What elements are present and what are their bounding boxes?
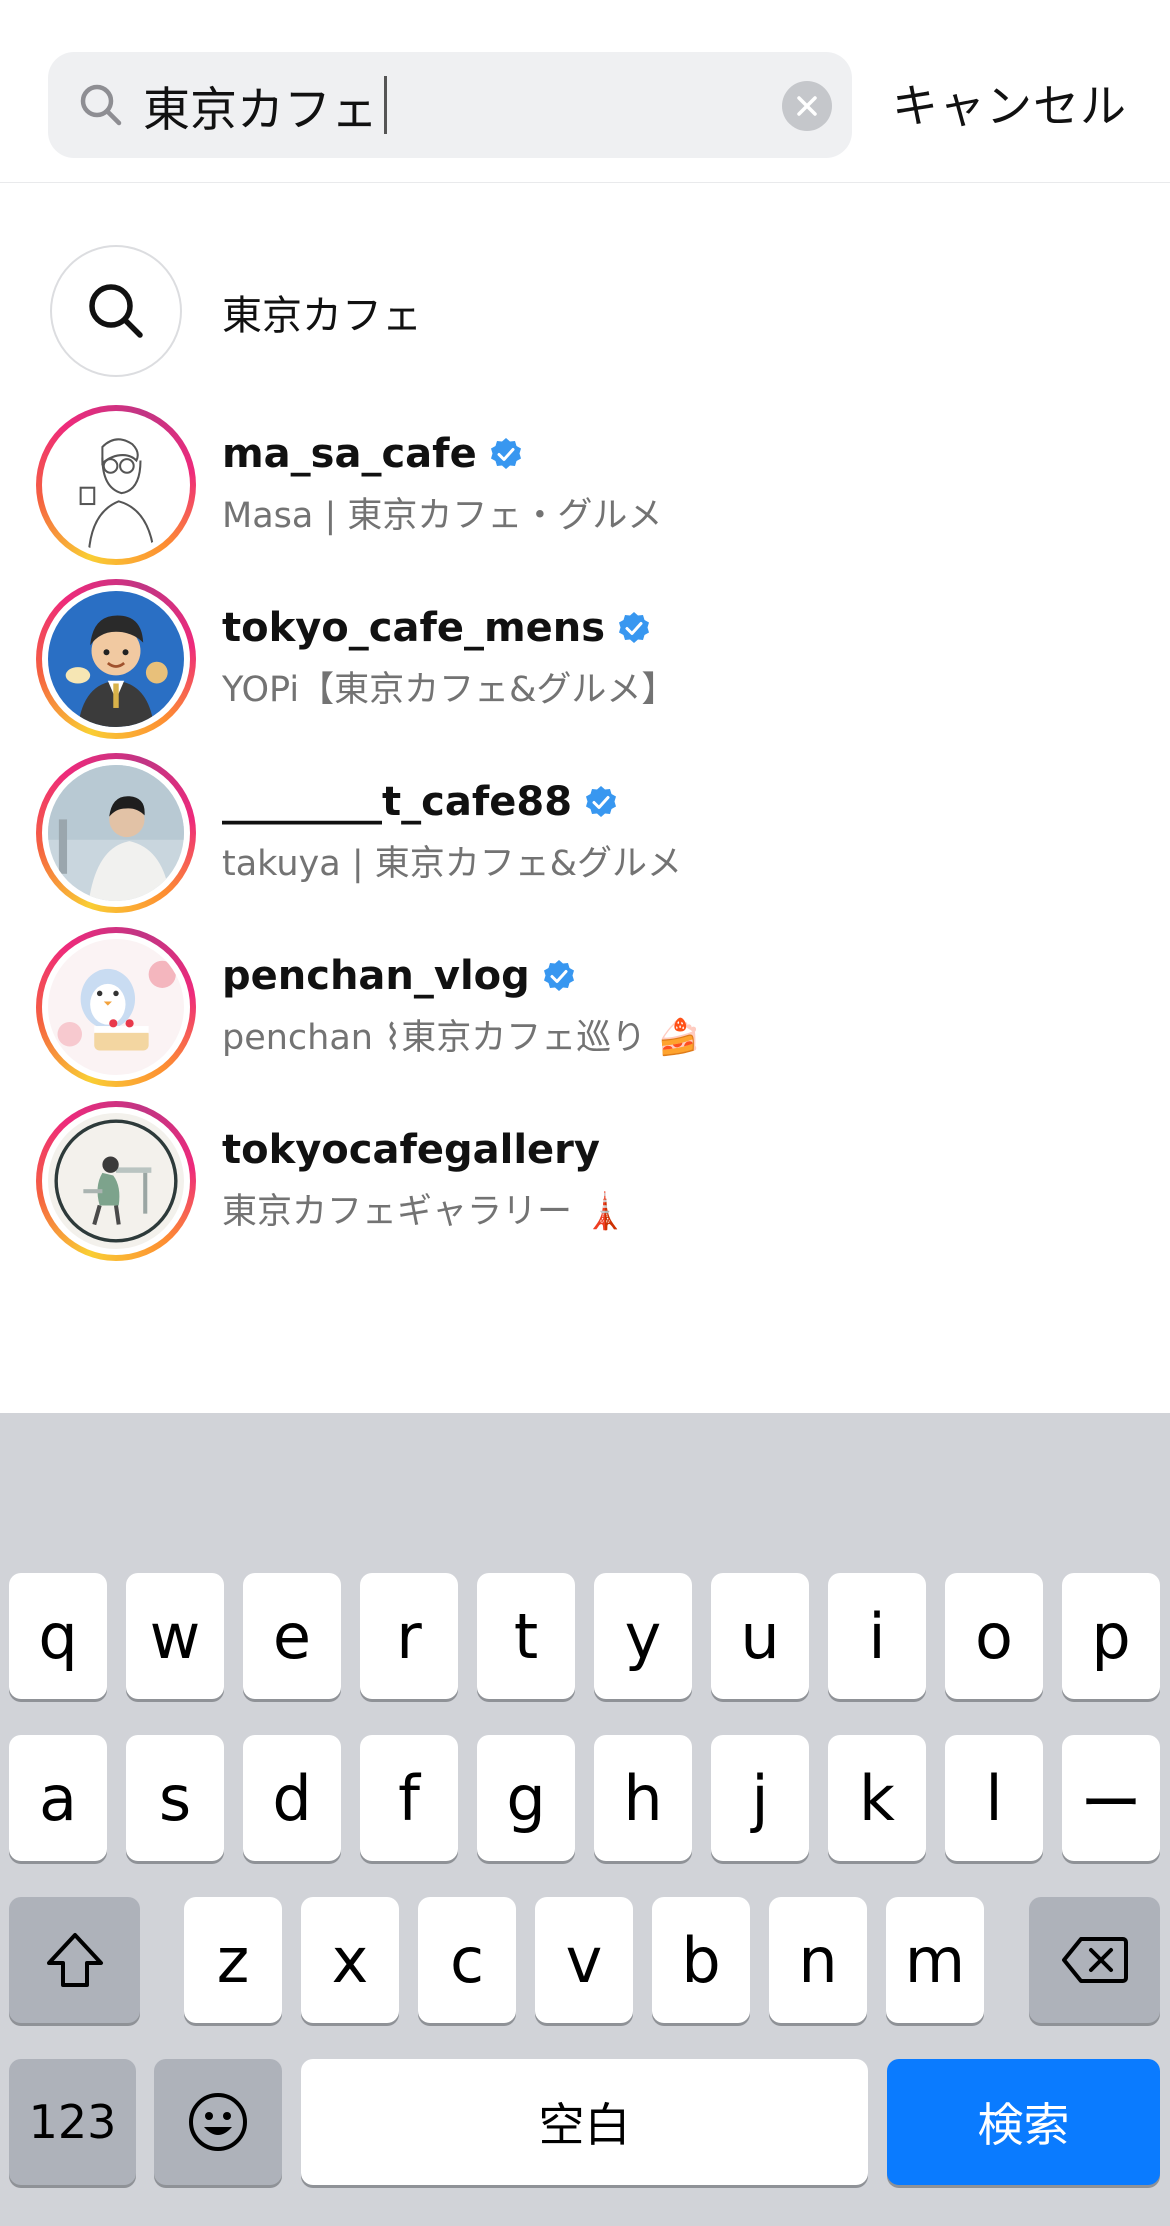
key-w[interactable]: w xyxy=(126,1573,224,1699)
account-result[interactable]: ma_sa_cafe Masa | 東京カフェ・グルメ xyxy=(0,405,1170,567)
search-icon xyxy=(80,84,122,126)
key-f[interactable]: f xyxy=(360,1735,458,1861)
key-p[interactable]: p xyxy=(1062,1573,1160,1699)
numbers-key[interactable]: 123 xyxy=(9,2059,136,2185)
avatar xyxy=(48,765,184,901)
key-k[interactable]: k xyxy=(828,1735,926,1861)
keyword-suggestion[interactable]: 東京カフェ xyxy=(0,245,1170,377)
avatar xyxy=(48,939,184,1075)
key-b[interactable]: b xyxy=(652,1897,750,2023)
story-ring[interactable] xyxy=(36,753,196,913)
shift-key[interactable] xyxy=(9,1897,140,2023)
search-query[interactable]: 東京カフェ xyxy=(143,52,387,158)
avatar xyxy=(48,1113,184,1249)
key-x[interactable]: x xyxy=(301,1897,399,2023)
verified-badge-icon xyxy=(490,438,521,469)
account-username: tokyocafegallery xyxy=(222,1127,600,1173)
space-key[interactable]: 空白 xyxy=(301,2059,868,2185)
cancel-button[interactable]: キャンセル xyxy=(892,70,1127,140)
verified-badge-icon xyxy=(619,612,650,643)
account-username: tokyo_cafe_mens xyxy=(222,605,606,651)
account-name: Masa | 東京カフェ・グルメ xyxy=(222,496,663,536)
key-t[interactable]: t xyxy=(477,1573,575,1699)
search-key[interactable]: 検索 xyxy=(887,2059,1160,2185)
key-v[interactable]: v xyxy=(535,1897,633,2023)
emoji-key[interactable] xyxy=(154,2059,282,2185)
key-y[interactable]: y xyxy=(594,1573,692,1699)
header-divider xyxy=(0,182,1170,183)
account-username: ma_sa_cafe xyxy=(222,431,477,477)
key-long-vowel[interactable]: ー xyxy=(1062,1735,1160,1861)
account-username: ________t_cafe88 xyxy=(222,779,573,825)
account-result[interactable]: tokyo_cafe_mens YOPi【東京カフェ&グルメ】 xyxy=(0,579,1170,741)
key-n[interactable]: n xyxy=(769,1897,867,2023)
clear-search-button[interactable] xyxy=(782,81,832,131)
keyboard: q w e r t y u i o p a s d f g h j k l ー … xyxy=(0,1413,1170,2226)
key-r[interactable]: r xyxy=(360,1573,458,1699)
backspace-icon xyxy=(1061,1937,1128,1983)
shift-icon xyxy=(46,1933,103,1987)
account-result[interactable]: penchan_vlog penchan ⌇東京カフェ巡り 🍰 xyxy=(0,927,1170,1089)
key-z[interactable]: z xyxy=(184,1897,282,2023)
story-ring[interactable] xyxy=(36,579,196,739)
keyword-suggestion-label: 東京カフェ xyxy=(222,293,422,339)
close-icon xyxy=(797,96,817,116)
key-a[interactable]: a xyxy=(9,1735,107,1861)
emoji-icon xyxy=(189,2093,247,2151)
search-query-text: 東京カフェ xyxy=(143,82,378,138)
search-input[interactable]: 東京カフェ xyxy=(48,52,852,158)
story-ring[interactable] xyxy=(36,405,196,565)
key-g[interactable]: g xyxy=(477,1735,575,1861)
key-i[interactable]: i xyxy=(828,1573,926,1699)
verified-badge-icon xyxy=(543,960,574,991)
avatar xyxy=(48,417,184,553)
key-h[interactable]: h xyxy=(594,1735,692,1861)
story-ring[interactable] xyxy=(36,927,196,1087)
account-name: YOPi【東京カフェ&グルメ】 xyxy=(222,670,677,710)
key-q[interactable]: q xyxy=(9,1573,107,1699)
key-m[interactable]: m xyxy=(886,1897,984,2023)
account-username: penchan_vlog xyxy=(222,953,530,999)
account-name: 東京カフェギャラリー 🗼 xyxy=(222,1192,627,1232)
account-name: penchan ⌇東京カフェ巡り 🍰 xyxy=(222,1018,701,1058)
text-caret xyxy=(384,76,387,134)
key-s[interactable]: s xyxy=(126,1735,224,1861)
account-name: takuya | 東京カフェ&グルメ xyxy=(222,844,683,884)
account-result[interactable]: ________t_cafe88 takuya | 東京カフェ&グルメ xyxy=(0,753,1170,915)
key-c[interactable]: c xyxy=(418,1897,516,2023)
keyword-icon-circle xyxy=(50,245,182,377)
key-j[interactable]: j xyxy=(711,1735,809,1861)
key-u[interactable]: u xyxy=(711,1573,809,1699)
key-o[interactable]: o xyxy=(945,1573,1043,1699)
story-ring[interactable] xyxy=(36,1101,196,1261)
account-result[interactable]: tokyocafegallery 東京カフェギャラリー 🗼 xyxy=(0,1101,1170,1263)
verified-badge-icon xyxy=(586,786,617,817)
backspace-key[interactable] xyxy=(1029,1897,1160,2023)
search-icon xyxy=(89,284,143,338)
key-d[interactable]: d xyxy=(243,1735,341,1861)
avatar xyxy=(48,591,184,727)
key-l[interactable]: l xyxy=(945,1735,1043,1861)
key-e[interactable]: e xyxy=(243,1573,341,1699)
